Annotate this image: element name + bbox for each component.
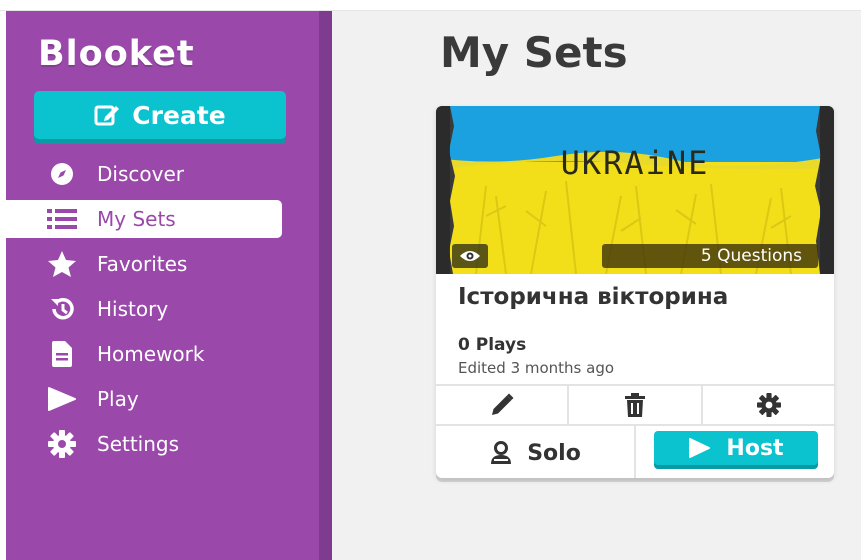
sidebar-item-settings[interactable]: Settings	[0, 425, 282, 463]
sidebar-item-label: Discover	[97, 162, 184, 186]
visibility-badge[interactable]	[452, 244, 488, 268]
set-settings-button[interactable]	[703, 386, 834, 424]
question-count: 5 Questions	[700, 246, 802, 266]
sidebar-item-label: My Sets	[97, 207, 176, 231]
play-icon	[44, 385, 80, 413]
top-bar	[0, 0, 861, 11]
sidebar-item-history[interactable]: History	[0, 290, 282, 328]
sidebar-item-label: Homework	[97, 342, 205, 366]
delete-button[interactable]	[569, 386, 701, 424]
cover-text: UKRAiNE	[561, 144, 710, 182]
trash-icon	[625, 393, 645, 417]
sidebar-item-label: Settings	[97, 432, 180, 456]
set-title: Історична вікторина	[458, 284, 729, 310]
create-button[interactable]: Create	[34, 91, 286, 139]
host-label: Host	[726, 435, 784, 461]
edit-button[interactable]	[436, 386, 567, 424]
solo-label: Solo	[527, 440, 581, 466]
star-icon	[44, 250, 80, 278]
solo-button[interactable]: Solo	[436, 428, 634, 478]
list-icon	[44, 205, 80, 233]
edit-icon	[94, 105, 120, 126]
set-cover-image[interactable]: UKRAiNE 5 Questions	[436, 106, 834, 274]
user-icon	[491, 441, 512, 464]
sidebar-item-label: History	[97, 297, 169, 321]
set-card[interactable]: UKRAiNE 5 Questions Історична вікторина …	[436, 106, 834, 478]
history-icon	[44, 295, 80, 323]
sidebar-item-label: Play	[97, 387, 139, 411]
host-button[interactable]: Host	[654, 431, 818, 465]
gear-icon	[44, 430, 80, 458]
play-icon	[689, 438, 711, 458]
sidebar-item-play[interactable]: Play	[0, 380, 282, 418]
eye-icon	[460, 251, 480, 261]
blooket-logo[interactable]: Blooket	[38, 34, 288, 74]
compass-icon	[44, 160, 80, 188]
plays-count: 0 Plays	[458, 335, 527, 355]
question-count-badge: 5 Questions	[602, 244, 818, 268]
document-icon	[44, 340, 80, 368]
pencil-icon	[491, 393, 513, 415]
sidebar-item-discover[interactable]: Discover	[0, 155, 282, 193]
sidebar-item-homework[interactable]: Homework	[0, 335, 282, 373]
create-label: Create	[132, 100, 226, 130]
sidebar-item-favorites[interactable]: Favorites	[0, 245, 282, 283]
divider	[634, 426, 636, 478]
edited-time: Edited 3 months ago	[458, 359, 615, 377]
sidebar-edge	[319, 11, 332, 560]
sidebar-item-my-sets[interactable]: My Sets	[0, 200, 282, 238]
sidebar-item-label: Favorites	[97, 252, 188, 276]
page-title: My Sets	[440, 28, 628, 77]
gear-icon	[756, 393, 781, 417]
